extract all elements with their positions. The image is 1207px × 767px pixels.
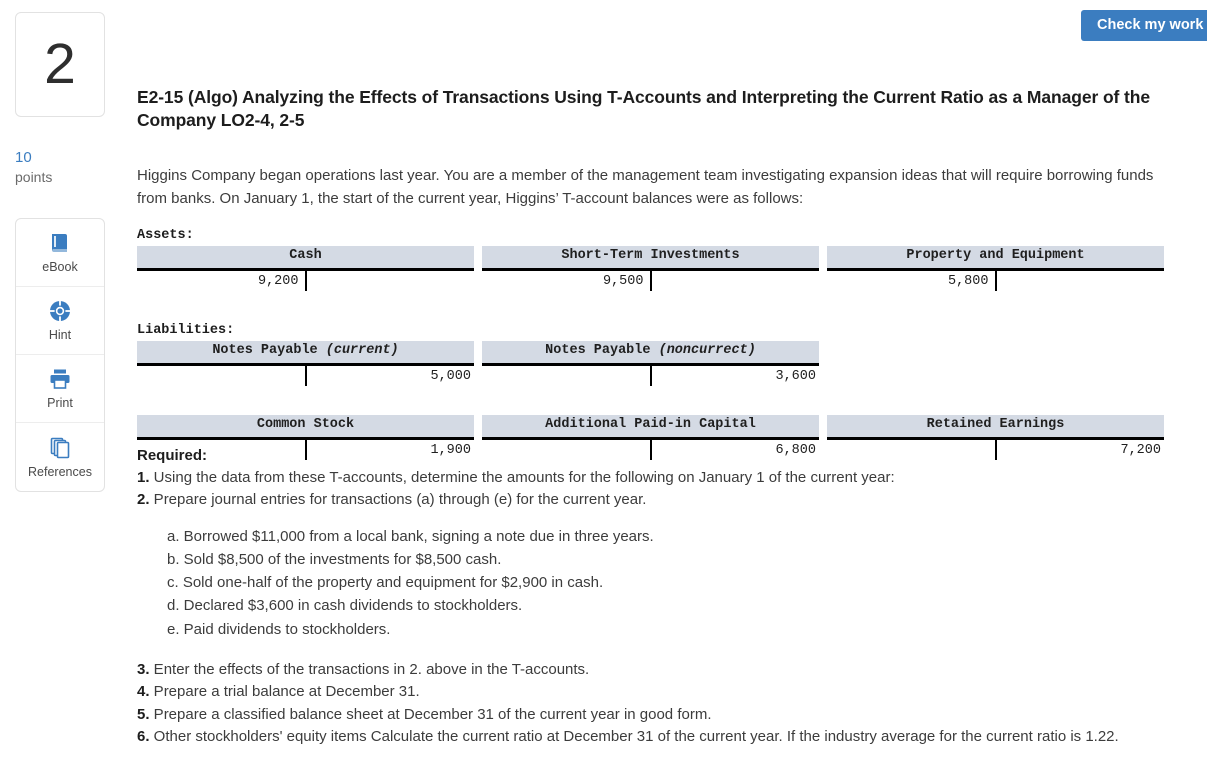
required-item-4-number: 4. [137,683,150,701]
t-account-body: 9,500 [482,270,819,293]
top-bar: Check my work [0,0,1207,50]
t-account-property-and-equipment: Property and Equipment 5,800 [827,246,1164,293]
t-account-title: Retained Earnings [827,414,1164,440]
required-item-2-text: Prepare journal entries for transactions… [149,490,647,508]
t-account-title: Notes Payable (current) [137,340,474,366]
list-item: c. Sold one-half of the property and equ… [167,574,604,592]
list-item: b. Sold $8,500 of the investments for $8… [167,550,502,568]
required-tail: 3. Enter the effects of the transactions… [137,659,1167,749]
required-item-1-text: Using the data from these T-accounts, de… [149,468,895,486]
sidebar-item-hint-label: Hint [48,328,72,342]
question-sidebar: 2 10 points eBook Hint Print References [0,0,130,767]
required-item-3-number: 3. [137,660,150,678]
tool-card: eBook Hint Print References [15,218,105,492]
assets-t-account-row: Cash 9,200 Short-Term Investments 9,500 [137,246,1167,293]
required-item-2: 2. Prepare journal entries for transacti… [137,489,1167,511]
t-account-body: 5,800 [827,270,1164,293]
t-account-body: 3,600 [482,365,819,388]
t-account-notes-payable-current: Notes Payable (current) 5,000 [137,340,474,388]
sidebar-item-references-label: References [28,464,92,479]
sidebar-item-print[interactable]: Print [16,355,104,423]
t-account-title: Additional Paid-in Capital [482,414,819,440]
t-account-credit-amount: 3,600 [775,368,816,384]
required-item-5-number: 5. [137,705,150,723]
t-account-short-term-investments: Short-Term Investments 9,500 [482,246,819,293]
required-item-2-number: 2. [137,490,150,508]
required-item-4-text: Prepare a trial balance at December 31. [149,683,420,701]
t-account-debit-amount: 9,500 [602,273,644,289]
t-account-title: Short-Term Investments [482,246,819,271]
t-account-debit-amount: 9,200 [257,273,299,289]
list-item: e. Paid dividends to stockholders. [167,620,391,638]
copy-pages-icon [48,436,72,460]
t-account-body: 9,200 [137,270,474,293]
lifesaver-icon [48,299,72,323]
book-icon [48,231,72,255]
t-account-body: 5,000 [137,365,474,388]
required-item-1: 1. Using the data from these T-accounts,… [137,467,1167,489]
sidebar-item-hint[interactable]: Hint [16,287,104,355]
required-item-6-text: Other stockholders' equity items Calcula… [149,728,1119,746]
page-title: E2-15 (Algo) Analyzing the Effects of Tr… [137,87,1150,131]
question-number-box: 2 [15,12,105,117]
sidebar-item-ebook[interactable]: eBook [16,219,104,287]
printer-icon [48,367,72,391]
question-number: 2 [44,32,76,96]
required-item-1-number: 1. [137,468,150,486]
t-account-debit-amount: 5,800 [947,273,989,289]
sidebar-item-references[interactable]: References [16,423,104,491]
required-section: Required: 1. Using the data from these T… [137,445,1167,749]
list-item: a. Borrowed $11,000 from a local bank, s… [167,527,654,545]
points-value: 10 [15,149,32,166]
t-account-title: Common Stock [137,414,474,440]
assets-group-label: Assets: [137,228,194,243]
required-item-5-text: Prepare a classified balance sheet at De… [149,705,712,723]
points-label: points [15,169,53,186]
t-account-cash: Cash 9,200 [137,246,474,293]
points-indicator: 10 points [15,148,52,187]
sidebar-item-print-label: Print [47,396,73,410]
t-account-title: Property and Equipment [827,246,1164,271]
question-intro: Higgins Company began operations last ye… [137,167,1154,207]
t-account-title: Cash [137,246,474,271]
transactions-list: a. Borrowed $11,000 from a local bank, s… [137,525,1167,641]
required-item-4: 4. Prepare a trial balance at December 3… [137,681,1167,704]
page-root: Check my work 2 10 points eBook Hint Pri… [0,0,1207,767]
required-item-6-number: 6. [137,728,150,746]
t-account-title: Notes Payable (noncurrect) [482,340,819,366]
t-account-notes-payable-noncurrent: Notes Payable (noncurrect) 3,600 [482,340,819,388]
required-item-5: 5. Prepare a classified balance sheet at… [137,704,1167,727]
list-item: d. Declared $3,600 in cash dividends to … [167,597,523,615]
required-item-3: 3. Enter the effects of the transactions… [137,659,1167,682]
t-accounts-section: Assets: Cash 9,200 Short-Term Investment… [137,228,1167,462]
check-my-work-button[interactable]: Check my work [1081,10,1207,41]
liabilities-t-account-row: Notes Payable (current) 5,000 Notes Paya… [137,340,1167,388]
t-account-credit-amount: 5,000 [430,368,471,384]
required-item-3-text: Enter the effects of the transactions in… [149,660,590,678]
sidebar-item-ebook-label: eBook [42,260,78,274]
required-heading: Required: [137,447,208,464]
liabilities-group-label: Liabilities: [137,322,235,338]
required-item-6: 6. Other stockholders' equity items Calc… [137,726,1167,749]
